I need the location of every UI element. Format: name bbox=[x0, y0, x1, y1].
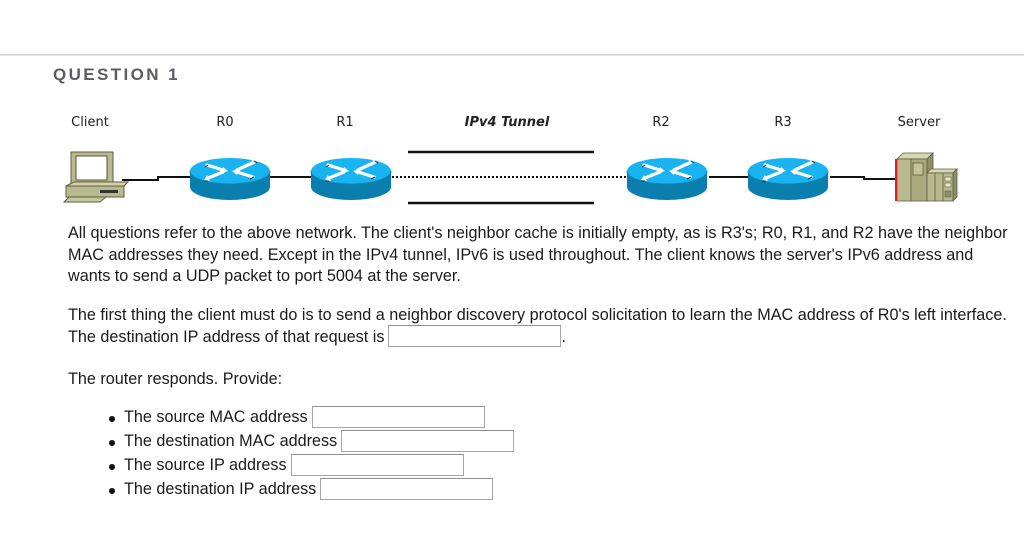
question-title: QUESTION 1 bbox=[53, 65, 180, 84]
router-r2-icon bbox=[625, 156, 709, 202]
answer-list: The source MAC address The destination M… bbox=[107, 405, 515, 502]
link-client-r0 bbox=[122, 176, 190, 181]
router-r3-icon bbox=[746, 156, 830, 202]
source-ip-input[interactable] bbox=[290, 453, 464, 476]
intro-paragraph: All questions refer to the above network… bbox=[68, 224, 1008, 285]
answer-label: The source MAC address bbox=[124, 408, 308, 426]
top-divider bbox=[0, 54, 1024, 56]
client-workstation-icon bbox=[62, 151, 130, 203]
period: . bbox=[561, 327, 566, 346]
answer-item-dest-ip: The destination IP address bbox=[107, 477, 514, 502]
router-r1-icon bbox=[309, 156, 393, 202]
server-icon bbox=[895, 152, 958, 202]
answer-label: The destination IP address bbox=[124, 480, 317, 498]
answer-item-dest-mac: The destination MAC address bbox=[107, 429, 515, 454]
dest-ip-answer-input[interactable] bbox=[320, 477, 494, 500]
answer-item-source-mac: The source MAC address bbox=[107, 405, 514, 430]
link-r3-server bbox=[830, 176, 895, 180]
dest-mac-input[interactable] bbox=[341, 429, 515, 452]
solicitation-paragraph: The first thing the client must do is to… bbox=[68, 305, 1018, 348]
network-diagram: Client R0 R1 IPv4 Tunnel R2 R3 Server bbox=[0, 100, 1024, 210]
answer-item-source-ip: The source IP address bbox=[107, 453, 514, 478]
answer-label: The source IP address bbox=[124, 456, 287, 474]
router-responds-text: The router responds. Provide: bbox=[68, 370, 283, 388]
source-mac-input[interactable] bbox=[311, 405, 485, 428]
answer-label: The destination MAC address bbox=[124, 432, 338, 450]
router-r0-icon bbox=[188, 156, 272, 202]
dest-ip-input[interactable] bbox=[388, 324, 562, 347]
diagram-canvas bbox=[62, 150, 958, 205]
